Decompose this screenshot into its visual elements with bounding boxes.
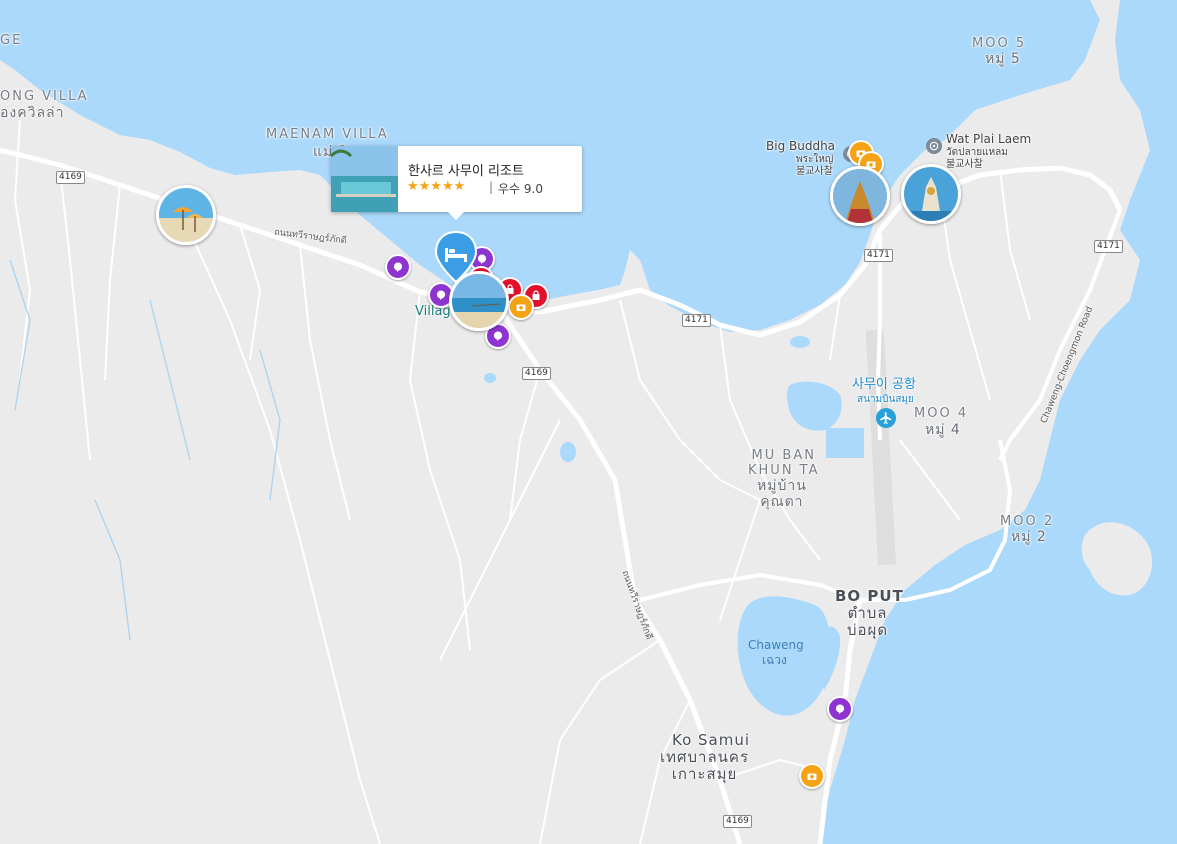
hotel-popup-card[interactable]: 한사르 사무이 리조트 ★★★★★ | 우수 9.0 [331, 146, 582, 220]
route-shield: 4171 [864, 249, 893, 262]
camera-icon[interactable] [799, 763, 825, 789]
label-moo2-thai: หมู่ 2 [1011, 529, 1047, 545]
review-score: 우수 9.0 [498, 182, 543, 196]
label-bo-put-thai: ตำบล บ่อผุด [847, 604, 889, 640]
label-big-buddha-thai: พระใหญ่ 불교사찰 [796, 154, 834, 177]
label-mu-ban-khun-ta-thai: หมู่บ้าน คุณตา [757, 478, 807, 511]
star-rating: ★★★★★ [407, 179, 466, 194]
label-moo2: MOO 2 [1000, 514, 1055, 529]
chat-bubble-icon[interactable] [385, 254, 411, 280]
label-moo4: MOO 4 [914, 406, 969, 421]
label-wat-plai-laem-thai: วัดปลายแหลม 불교사찰 [946, 147, 1008, 170]
label-mu-ban-khun-ta: MU BAN KHUN TA [748, 448, 820, 478]
photo-marker-big-buddha[interactable] [830, 166, 890, 226]
label-moo5-thai: หมู่ 5 [985, 51, 1021, 67]
label-bo-put: BO PUT [835, 587, 904, 605]
map-base-layer [0, 0, 1177, 844]
route-shield: 4169 [56, 171, 85, 184]
label-moo5: MOO 5 [972, 36, 1027, 51]
label-maenam-villa: MAENAM VILLA [266, 127, 389, 142]
label-ong-villa-thai: องควิลล่า [0, 105, 65, 121]
rating-separator: | [489, 180, 494, 194]
hotel-name[interactable]: 한사르 사무이 리조트 [408, 160, 524, 179]
map-canvas[interactable]: GE ONG VILLA องควิลล่า MAENAM VILLA แม่ … [0, 0, 1177, 844]
label-big-buddha[interactable]: Big Buddha [766, 139, 835, 154]
route-shield: 4171 [1094, 240, 1123, 253]
camera-icon[interactable] [508, 294, 534, 320]
photo-marker-wat-plai-laem[interactable] [901, 164, 961, 224]
hotel-thumbnail[interactable] [331, 146, 398, 212]
label-airport[interactable]: 사무이 공항 [852, 377, 916, 393]
route-shield: 4169 [723, 815, 752, 828]
label-chaweng-thai: เฉวง [762, 653, 787, 667]
label-ko-samui-thai: เทศบาลนคร เกาะสมุย [660, 748, 750, 784]
label-ko-samui: Ko Samui [672, 731, 751, 749]
label-chaweng: Chaweng [748, 638, 804, 652]
chat-bubble-icon[interactable] [827, 696, 853, 722]
route-shield: 4171 [682, 314, 711, 327]
hotel-pin[interactable] [434, 230, 478, 284]
photo-marker-beach-umbrella[interactable] [156, 185, 216, 245]
route-shield: 4169 [522, 367, 551, 380]
label-moo4-thai: หมู่ 4 [925, 422, 961, 438]
airplane-icon[interactable] [876, 408, 896, 428]
label-ong-villa: ONG VILLA [0, 89, 89, 104]
label-ge-partial: GE [0, 33, 23, 48]
label-wat-plai-laem[interactable]: Wat Plai Laem [946, 132, 1031, 147]
dharma-wheel-icon[interactable] [926, 138, 942, 154]
label-airport-thai: สนามบินสมุย [857, 394, 914, 405]
